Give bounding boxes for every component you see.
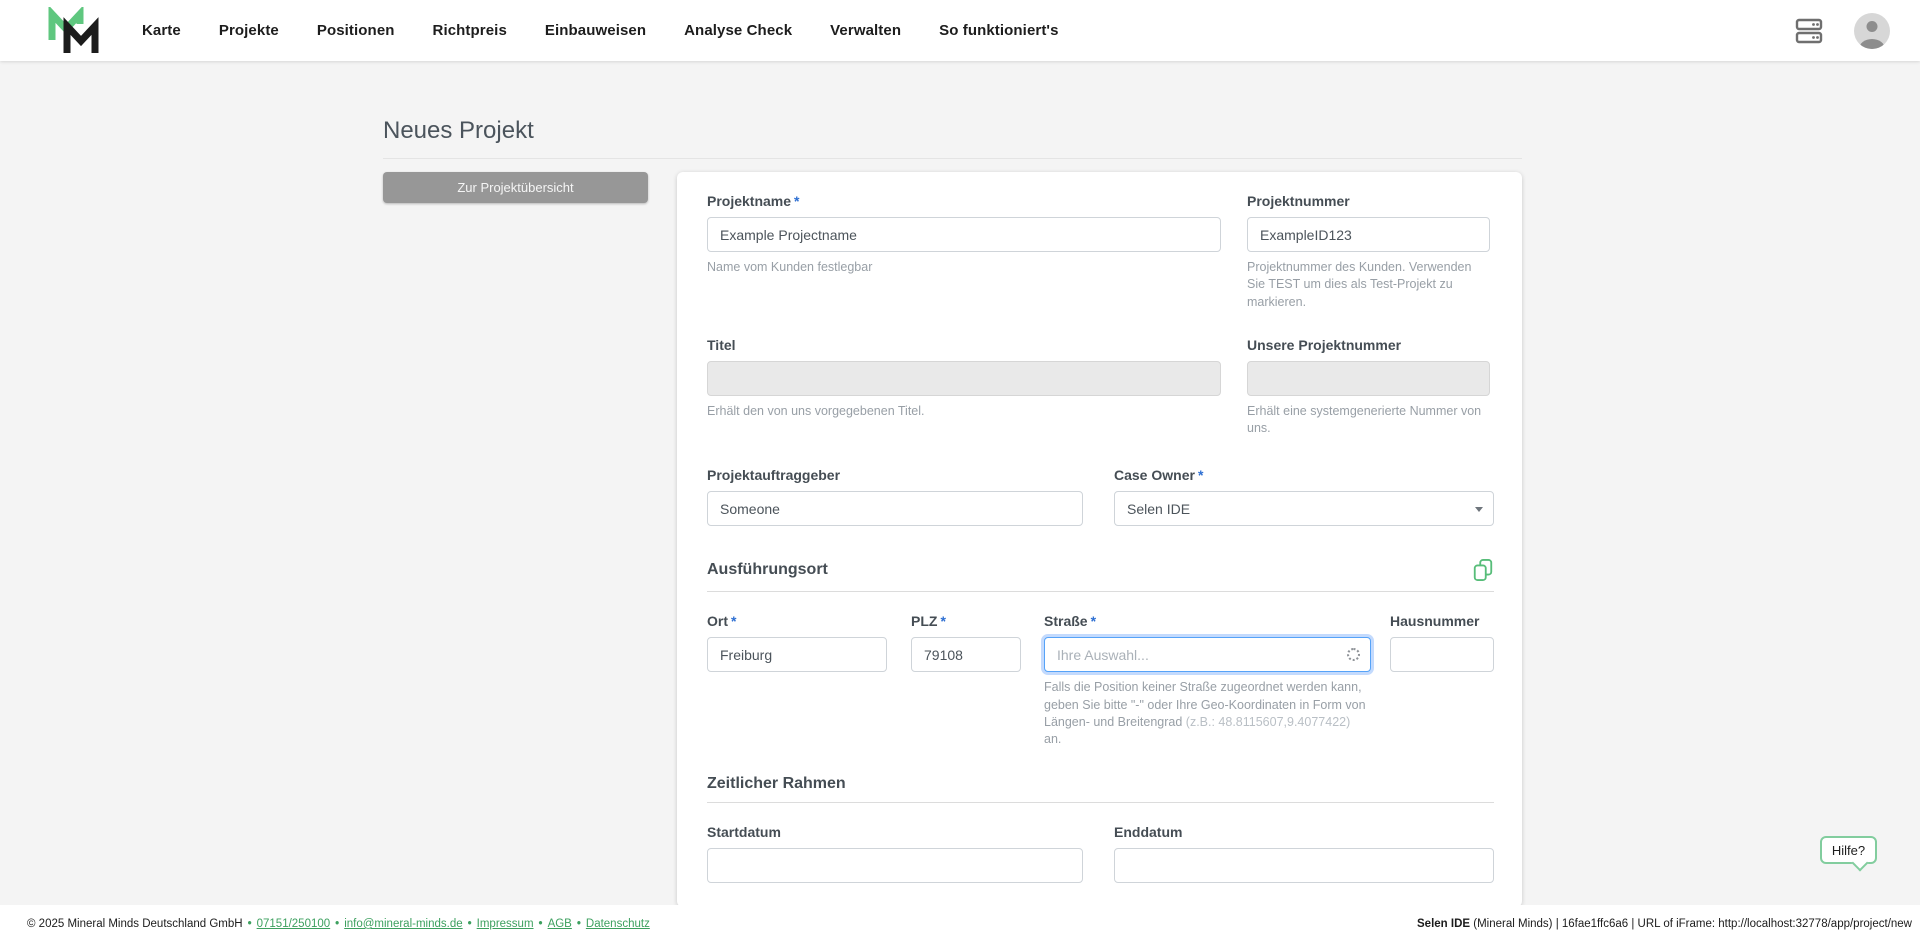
ort-label-text: Ort bbox=[707, 613, 728, 629]
header-actions bbox=[1792, 13, 1890, 49]
plz-input[interactable] bbox=[911, 637, 1021, 672]
footer-link-impressum[interactable]: Impressum bbox=[477, 918, 534, 930]
nav-item-richtpreis[interactable]: Richtpreis bbox=[433, 22, 507, 39]
form-row-titel-number: Titel Erhält den von uns vorgegebenen Ti… bbox=[707, 337, 1494, 438]
projektname-helper: Name vom Kunden festlegbar bbox=[707, 259, 1221, 276]
footer-separator: • bbox=[330, 918, 344, 930]
mineral-minds-logo[interactable] bbox=[44, 7, 102, 55]
strasse-helper-example: (z.B.: 48.8115607,9.4077422) bbox=[1186, 715, 1350, 729]
enddatum-label: Enddatum bbox=[1114, 824, 1494, 840]
unsere-projektnummer-input bbox=[1247, 361, 1490, 396]
section-divider bbox=[707, 802, 1494, 803]
page-title: Neues Projekt bbox=[383, 117, 1522, 145]
strasse-input[interactable] bbox=[1044, 637, 1371, 672]
form-row-dates: Startdatum Enddatum bbox=[707, 824, 1494, 883]
footer-separator: • bbox=[243, 918, 257, 930]
footer-copyright: © 2025 Mineral Minds Deutschland GmbH bbox=[27, 918, 243, 930]
top-navigation-bar: Karte Projekte Positionen Richtpreis Ein… bbox=[0, 0, 1920, 61]
titel-helper: Erhält den von uns vorgegebenen Titel. bbox=[707, 403, 1221, 420]
main-nav: Karte Projekte Positionen Richtpreis Ein… bbox=[142, 22, 1059, 39]
footer-app-name: Selen IDE bbox=[1417, 918, 1470, 930]
footer-separator: • bbox=[534, 918, 548, 930]
nav-item-positionen[interactable]: Positionen bbox=[317, 22, 395, 39]
startdatum-input[interactable] bbox=[707, 848, 1083, 883]
projektname-label-text: Projektname bbox=[707, 193, 791, 209]
nav-item-verwalten[interactable]: Verwalten bbox=[830, 22, 901, 39]
strasse-label-text: Straße bbox=[1044, 613, 1088, 629]
nav-item-so-funktionierts[interactable]: So funktioniert's bbox=[939, 22, 1058, 39]
section-divider bbox=[707, 591, 1494, 592]
form-row-auftraggeber-owner: Projektauftraggeber Case Owner* Selen ID… bbox=[707, 467, 1494, 526]
footer-session-detail: (Mineral Minds) | 16fae1ffc6a6 | URL of … bbox=[1470, 918, 1912, 930]
strasse-helper-suffix: an. bbox=[1044, 732, 1061, 746]
ausfuehrungsort-title: Ausführungsort bbox=[707, 561, 828, 579]
section-ausfuehrungsort: Ausführungsort bbox=[707, 558, 1494, 592]
strasse-input-wrap bbox=[1044, 637, 1371, 672]
form-row-name-number: Projektname* Name vom Kunden festlegbar … bbox=[707, 193, 1494, 311]
footer-link-phone[interactable]: 07151/250100 bbox=[257, 918, 331, 930]
hausnummer-input[interactable] bbox=[1390, 637, 1494, 672]
nav-item-analyse-check[interactable]: Analyse Check bbox=[684, 22, 792, 39]
footer-link-agb[interactable]: AGB bbox=[548, 918, 572, 930]
footer-link-email[interactable]: info@mineral-minds.de bbox=[344, 918, 462, 930]
chevron-down-icon bbox=[1475, 507, 1483, 512]
hausnummer-label: Hausnummer bbox=[1390, 613, 1494, 629]
server-icon[interactable] bbox=[1792, 14, 1826, 48]
copy-icon[interactable] bbox=[1472, 558, 1494, 582]
projektname-label: Projektname* bbox=[707, 193, 1221, 209]
footer-separator: • bbox=[572, 918, 586, 930]
case-owner-select[interactable]: Selen IDE bbox=[1114, 491, 1494, 526]
enddatum-input[interactable] bbox=[1114, 848, 1494, 883]
nav-item-projekte[interactable]: Projekte bbox=[219, 22, 279, 39]
strasse-helper: Falls die Position keiner Straße zugeord… bbox=[1044, 679, 1371, 748]
nav-item-karte[interactable]: Karte bbox=[142, 22, 181, 39]
person-icon bbox=[1854, 13, 1890, 49]
plz-label: PLZ* bbox=[911, 613, 1021, 629]
help-button[interactable]: Hilfe? bbox=[1820, 836, 1877, 864]
ort-input[interactable] bbox=[707, 637, 887, 672]
projektnummer-input[interactable] bbox=[1247, 217, 1490, 252]
startdatum-label: Startdatum bbox=[707, 824, 1083, 840]
required-asterisk: * bbox=[731, 613, 736, 629]
user-avatar[interactable] bbox=[1854, 13, 1890, 49]
section-zeitlicher-rahmen: Zeitlicher Rahmen bbox=[707, 775, 1494, 803]
projektname-input[interactable] bbox=[707, 217, 1221, 252]
footer: © 2025 Mineral Minds Deutschland GmbH • … bbox=[0, 905, 1920, 943]
plz-label-text: PLZ bbox=[911, 613, 937, 629]
required-asterisk: * bbox=[1091, 613, 1096, 629]
nav-item-einbauweisen[interactable]: Einbauweisen bbox=[545, 22, 646, 39]
title-divider bbox=[383, 158, 1522, 159]
footer-link-datenschutz[interactable]: Datenschutz bbox=[586, 918, 650, 930]
case-owner-label-text: Case Owner bbox=[1114, 467, 1195, 483]
form-row-location: Ort* PLZ* Straße* bbox=[707, 613, 1494, 748]
new-project-form-card: Projektname* Name vom Kunden festlegbar … bbox=[677, 172, 1522, 907]
projektauftraggeber-input[interactable] bbox=[707, 491, 1083, 526]
ort-label: Ort* bbox=[707, 613, 887, 629]
strasse-label: Straße* bbox=[1044, 613, 1371, 629]
unsere-projektnummer-helper: Erhält eine systemgenerierte Nummer von … bbox=[1247, 403, 1490, 438]
projektauftraggeber-label: Projektauftraggeber bbox=[707, 467, 1083, 483]
zeitlicher-rahmen-title: Zeitlicher Rahmen bbox=[707, 775, 846, 793]
titel-label: Titel bbox=[707, 337, 1221, 353]
required-asterisk: * bbox=[794, 193, 799, 209]
projektnummer-label: Projektnummer bbox=[1247, 193, 1490, 209]
required-asterisk: * bbox=[1198, 467, 1203, 483]
titel-input bbox=[707, 361, 1221, 396]
case-owner-selected-value: Selen IDE bbox=[1127, 501, 1190, 517]
case-owner-label: Case Owner* bbox=[1114, 467, 1494, 483]
footer-session-info: Selen IDE (Mineral Minds) | 16fae1ffc6a6… bbox=[1417, 918, 1912, 930]
required-asterisk: * bbox=[940, 613, 945, 629]
footer-separator: • bbox=[463, 918, 477, 930]
projektnummer-helper: Projektnummer des Kunden. Verwenden Sie … bbox=[1247, 259, 1490, 311]
unsere-projektnummer-label: Unsere Projektnummer bbox=[1247, 337, 1490, 353]
page-content: Neues Projekt Zur Projektübersicht Proje… bbox=[383, 117, 1522, 907]
back-to-projects-button[interactable]: Zur Projektübersicht bbox=[383, 172, 648, 203]
